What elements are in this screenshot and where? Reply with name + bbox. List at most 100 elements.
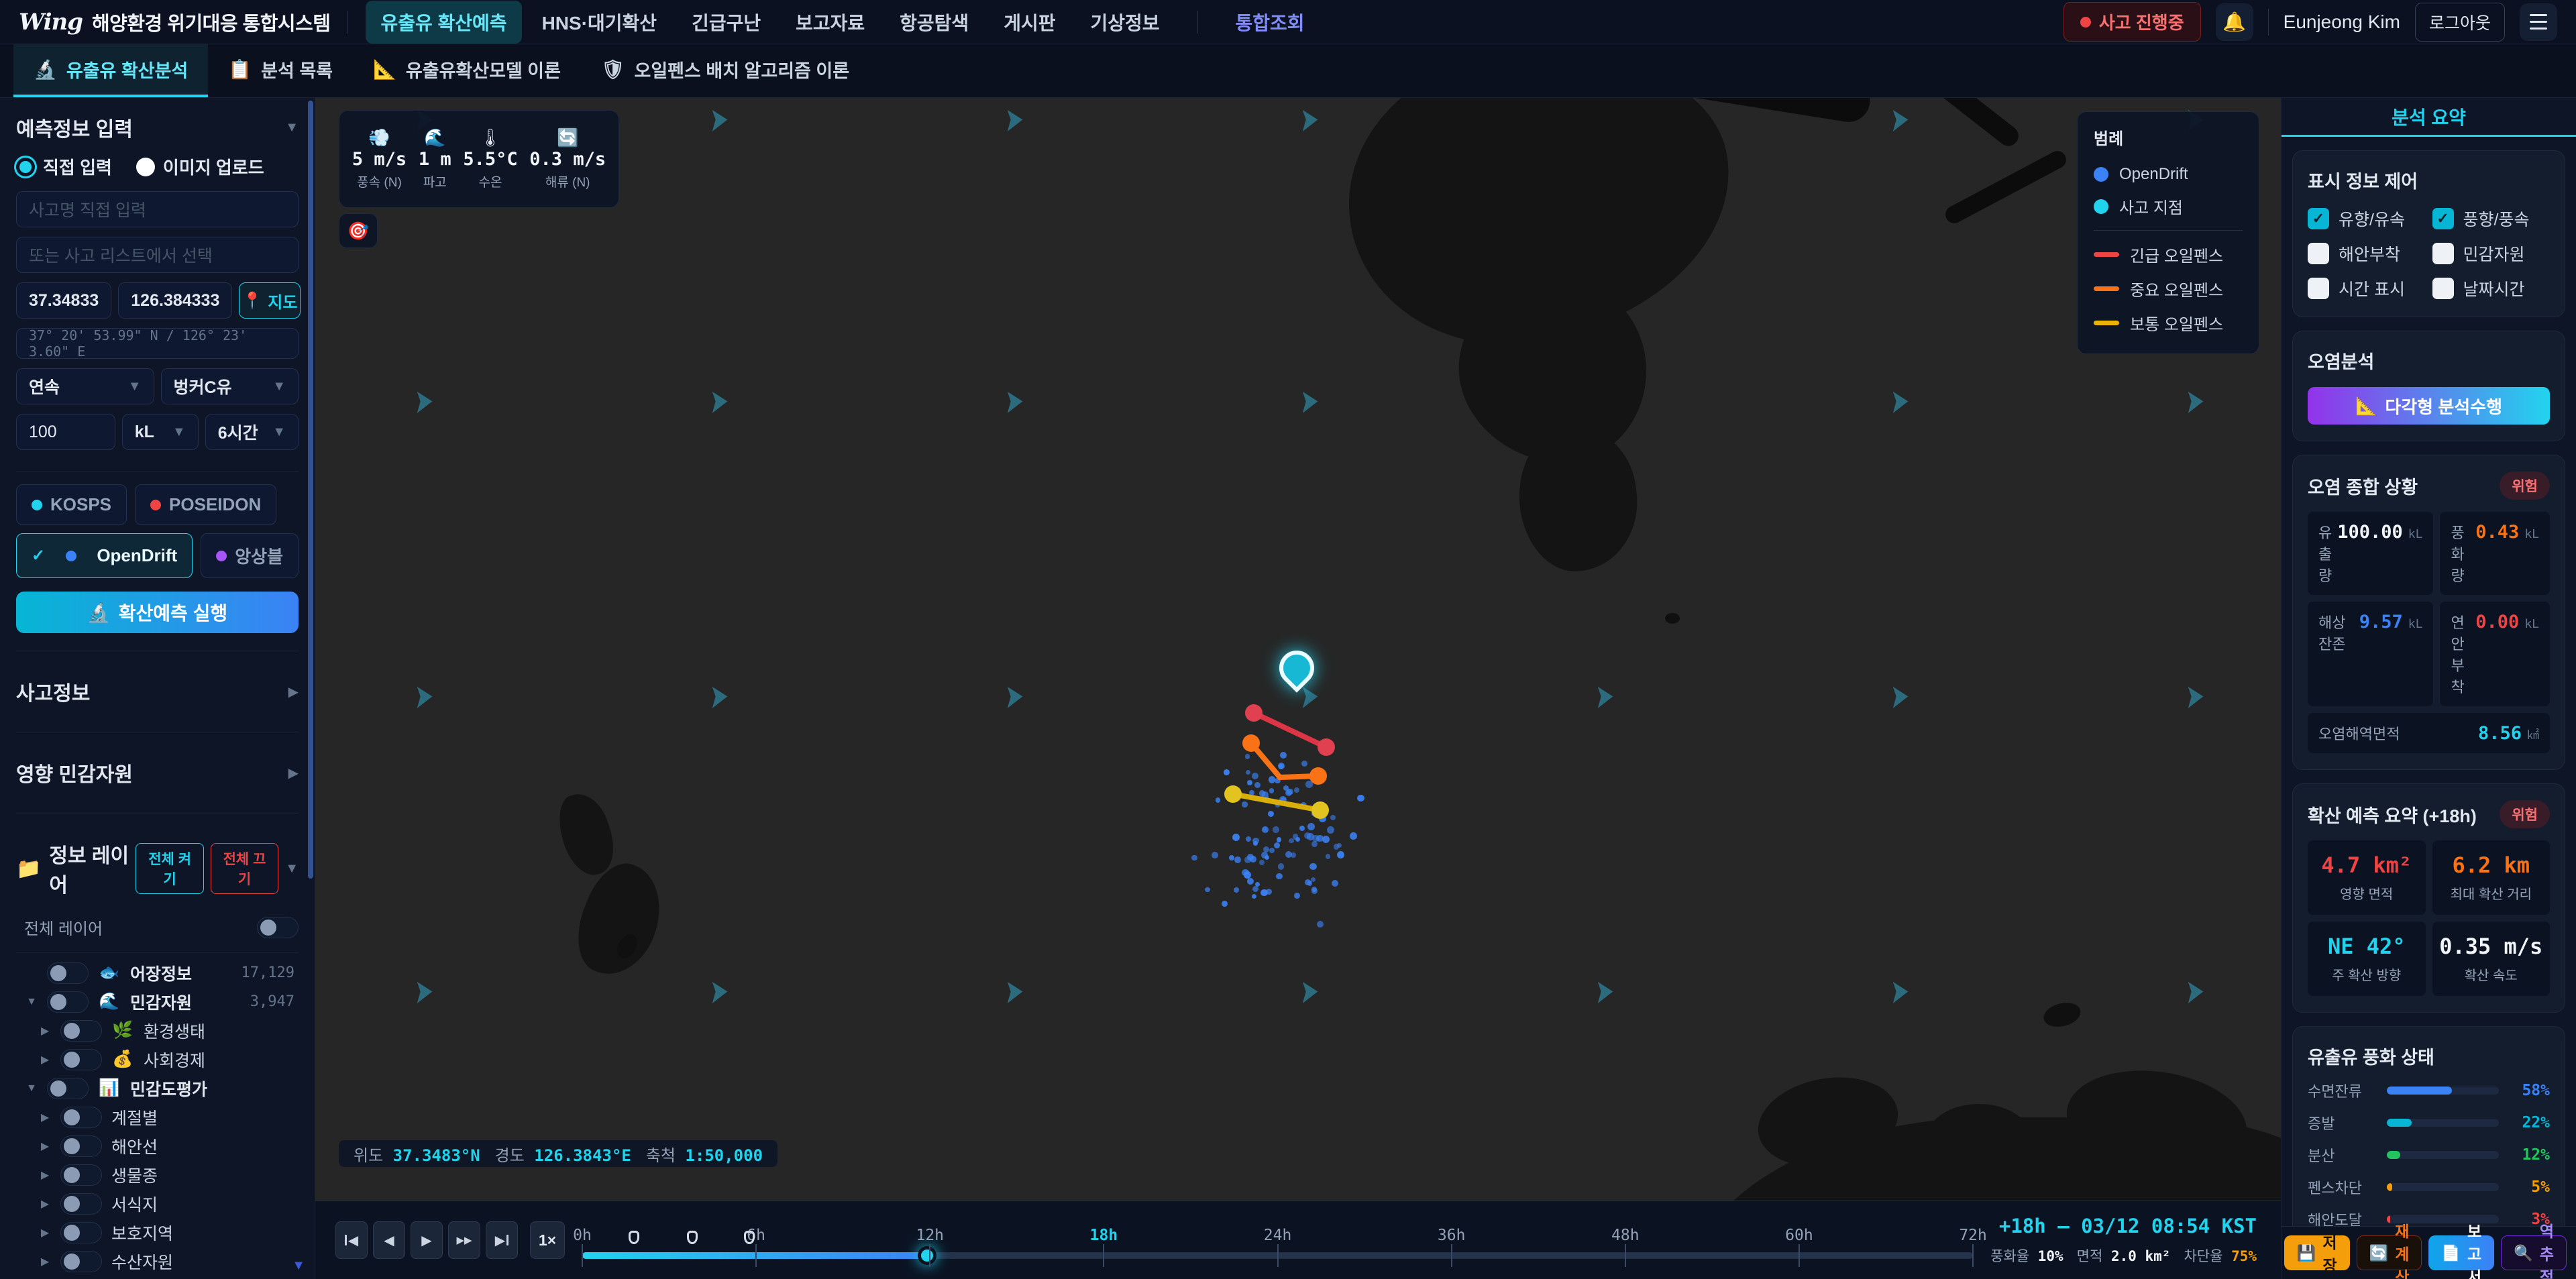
accident-list-select[interactable]: 또는 사고 리스트에서 선택 <box>16 237 299 273</box>
display-control-title: 표시 정보 제어 <box>2308 167 2550 193</box>
notifications-button[interactable]: 🔔 <box>2216 3 2253 41</box>
layer-toggle-계절별[interactable] <box>60 1107 102 1128</box>
display-option-유향/유속[interactable]: ✓유향/유속 <box>2308 207 2426 231</box>
layer-toggle-어장정보[interactable] <box>47 962 89 984</box>
layer-caret-icon[interactable]: ▶ <box>39 1024 51 1038</box>
layer-row-해안선[interactable]: ▶해안선 <box>16 1131 299 1160</box>
layer-row-관광자원[interactable]: ▶관광자원 <box>16 1276 299 1279</box>
radio-image-upload[interactable]: 이미지 업로드 <box>136 154 264 179</box>
display-option-민감자원[interactable]: 민감자원 <box>2432 241 2551 266</box>
nav-item-보고자료[interactable]: 보고자료 <box>781 1 879 44</box>
map-canvas[interactable]: 💨5 m/s풍속 (N)🌊1 m파고🌡5.5°C수온🔄0.3 m/s해류 (N)… <box>315 98 2281 1201</box>
layer-toggle-보호지역[interactable] <box>60 1222 102 1243</box>
layers-all-off-button[interactable]: 전체 끄기 <box>211 843 278 894</box>
radio-direct-input[interactable]: 직접 입력 <box>16 154 112 179</box>
accident-name-input[interactable]: 사고명 직접 입력 <box>16 191 299 227</box>
layers-all-on-button[interactable]: 전체 켜기 <box>136 843 203 894</box>
impact-resources-section[interactable]: 영향 민감자원 ▶ <box>16 744 299 801</box>
fast-forward-button[interactable]: ▶▶ <box>448 1221 480 1259</box>
recenter-target-button[interactable]: 🎯 <box>339 213 378 248</box>
layer-caret-icon[interactable]: ▶ <box>39 1053 51 1066</box>
longitude-input[interactable]: 126.384333 <box>118 282 232 319</box>
layer-toggle-민감도평가[interactable] <box>47 1078 89 1099</box>
timeline-thumb[interactable] <box>918 1246 936 1265</box>
all-layers-toggle[interactable] <box>257 917 299 938</box>
nav-item-게시판[interactable]: 게시판 <box>989 1 1070 44</box>
model-chip-KOSPS[interactable]: KOSPS <box>16 484 127 525</box>
fence-deploy-marker-icon[interactable] <box>744 1231 755 1244</box>
tab-유출유 확산분석[interactable]: 🔬유출유 확산분석 <box>13 44 208 97</box>
layer-row-계절별[interactable]: ▶계절별 <box>16 1103 299 1131</box>
spill-amount-input[interactable]: 100 <box>16 414 115 450</box>
layer-toggle-서식지[interactable] <box>60 1193 102 1215</box>
layer-row-환경생태[interactable]: ▶🌿환경생태 <box>16 1016 299 1045</box>
layer-toggle-생물종[interactable] <box>60 1164 102 1186</box>
layer-toggle-사회경제[interactable] <box>60 1049 102 1070</box>
layer-caret-icon[interactable]: ▶ <box>39 1139 51 1153</box>
layer-caret-icon[interactable]: ▶ <box>39 1197 51 1211</box>
layer-row-어장정보[interactable]: 🐟어장정보17,129 <box>16 958 299 987</box>
display-option-시간 표시[interactable]: 시간 표시 <box>2308 276 2426 300</box>
layer-toggle-환경생태[interactable] <box>60 1020 102 1042</box>
run-prediction-button[interactable]: 🔬 확산예측 실행 <box>16 592 299 633</box>
latitude-input[interactable]: 37.34833 <box>16 282 111 319</box>
layer-caret-icon[interactable]: ▶ <box>39 1111 51 1124</box>
nav-item-HNS·대기확산[interactable]: HNS·대기확산 <box>527 1 672 44</box>
tab-유출유확산모델 이론[interactable]: 📐유출유확산모델 이론 <box>353 44 581 97</box>
fence-deploy-marker-icon[interactable] <box>629 1231 639 1244</box>
layer-caret-icon[interactable]: ▼ <box>25 996 38 1008</box>
layer-row-서식지[interactable]: ▶서식지 <box>16 1189 299 1218</box>
layer-row-민감도평가[interactable]: ▼📊민감도평가 <box>16 1074 299 1103</box>
layer-caret-icon[interactable]: ▶ <box>39 1255 51 1268</box>
display-option-해안부착[interactable]: 해안부착 <box>2308 241 2426 266</box>
tab-분석 목록[interactable]: 📋분석 목록 <box>208 44 353 97</box>
info-layers-header[interactable]: 📁 정보 레이어 전체 켜기 전체 끄기 ▼ <box>16 826 299 911</box>
polygon-analysis-button[interactable]: 📐 다각형 분석수행 <box>2308 387 2550 425</box>
layer-toggle-해안선[interactable] <box>60 1135 102 1157</box>
nav-item-통합조회[interactable]: 통합조회 <box>1221 1 1320 44</box>
skip-end-button[interactable]: ▶ <box>486 1221 518 1259</box>
tab-오일펜스 배치 알고리즘 이론[interactable]: 🛡오일펜스 배치 알고리즘 이론 <box>581 44 869 97</box>
display-option-풍향/풍속[interactable]: ✓풍향/풍속 <box>2432 207 2551 231</box>
prediction-input-header[interactable]: 예측정보 입력 ▼ <box>16 113 299 142</box>
nav-item-기상정보[interactable]: 기상정보 <box>1075 1 1174 44</box>
nav-item-항공탐색[interactable]: 항공탐색 <box>885 1 983 44</box>
model-chip-앙상블[interactable]: 앙상블 <box>201 533 299 578</box>
layer-caret-icon[interactable]: ▶ <box>39 1226 51 1239</box>
bell-icon: 🔔 <box>2222 11 2246 33</box>
layer-row-보호지역[interactable]: ▶보호지역 <box>16 1218 299 1247</box>
menu-button[interactable] <box>2520 3 2557 41</box>
oil-type-select[interactable]: 벙커C유 ▼ <box>161 368 299 404</box>
duration-select[interactable]: 6시간 ▼ <box>205 414 299 450</box>
model-chip-POSEIDON[interactable]: POSEIDON <box>135 484 276 525</box>
spill-type-select[interactable]: 연속 ▼ <box>16 368 154 404</box>
left-panel-scrollbar[interactable] <box>308 101 313 879</box>
pick-on-map-button[interactable]: 📍 지도 <box>239 282 301 319</box>
skip-start-button[interactable]: ◀ <box>335 1221 368 1259</box>
nav-item-긴급구난[interactable]: 긴급구난 <box>677 1 775 44</box>
action-재계산[interactable]: 🔄재계산 <box>2357 1235 2422 1270</box>
step-back-button[interactable]: ◀ <box>373 1221 405 1259</box>
action-저장[interactable]: 💾저장 <box>2284 1235 2350 1270</box>
layer-caret-icon[interactable]: ▼ <box>25 1082 38 1095</box>
play-button[interactable]: ▶ <box>411 1221 443 1259</box>
layer-row-수산자원[interactable]: ▶수산자원 <box>16 1247 299 1276</box>
display-option-날짜시간[interactable]: 날짜시간 <box>2432 276 2551 300</box>
logout-button[interactable]: 로그아웃 <box>2415 3 2505 42</box>
model-chip-OpenDrift[interactable]: ✓OpenDrift <box>16 533 193 578</box>
layer-row-민감자원[interactable]: ▼🌊민감자원3,947 <box>16 987 299 1016</box>
layer-toggle-민감자원[interactable] <box>47 991 89 1013</box>
accident-info-section[interactable]: 사고정보 ▶ <box>16 663 299 720</box>
layer-toggle-수산자원[interactable] <box>60 1251 102 1272</box>
playback-speed-button[interactable]: 1× <box>530 1221 565 1259</box>
layer-caret-icon[interactable]: ▶ <box>39 1168 51 1182</box>
action-역추적[interactable]: 🔍역추적 <box>2501 1235 2567 1270</box>
layer-row-생물종[interactable]: ▶생물종 <box>16 1160 299 1189</box>
nav-item-유출유 확산예측[interactable]: 유출유 확산예측 <box>366 1 521 44</box>
fence-deploy-marker-icon[interactable] <box>687 1231 698 1244</box>
layer-row-사회경제[interactable]: ▶💰사회경제 <box>16 1045 299 1074</box>
unit-select[interactable]: kL ▼ <box>122 414 199 450</box>
timeline-slider[interactable]: 0h6h12h18h24h36h48h60h72h <box>582 1201 1973 1279</box>
display-option-label: 유향/유속 <box>2339 207 2405 231</box>
action-보고서[interactable]: 📄보고서 <box>2428 1235 2494 1270</box>
